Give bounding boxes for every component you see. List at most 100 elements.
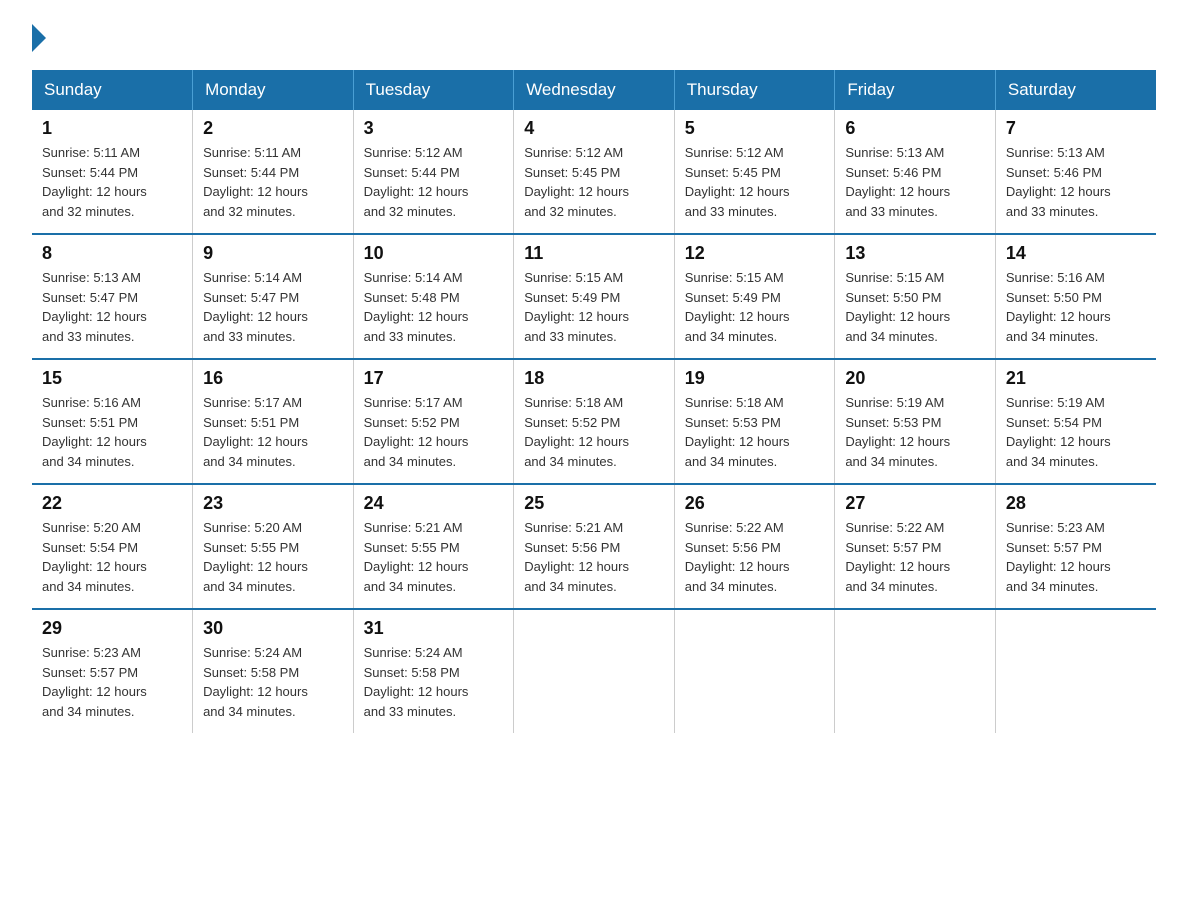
calendar-cell: 23 Sunrise: 5:20 AM Sunset: 5:55 PM Dayl… [193,484,354,609]
daylight-label: Daylight: 12 hours [1006,309,1111,324]
logo-blue-part [32,24,48,54]
sunrise-value: 5:12 AM [415,145,463,160]
sunrise-label: Sunrise: [364,395,415,410]
sunset-value: 5:58 PM [251,665,299,680]
day-info: Sunrise: 5:19 AM Sunset: 5:54 PM Dayligh… [1006,393,1146,471]
calendar-cell: 10 Sunrise: 5:14 AM Sunset: 5:48 PM Dayl… [353,234,514,359]
daylight-label: Daylight: 12 hours [42,184,147,199]
sunset-label: Sunset: [1006,415,1054,430]
daylight-label: Daylight: 12 hours [203,184,308,199]
day-info: Sunrise: 5:19 AM Sunset: 5:53 PM Dayligh… [845,393,985,471]
sunrise-value: 5:19 AM [897,395,945,410]
sunset-value: 5:47 PM [251,290,299,305]
calendar-cell: 19 Sunrise: 5:18 AM Sunset: 5:53 PM Dayl… [674,359,835,484]
sunset-label: Sunset: [524,290,572,305]
day-number: 17 [364,368,504,389]
day-info: Sunrise: 5:11 AM Sunset: 5:44 PM Dayligh… [203,143,343,221]
sunset-label: Sunset: [42,415,90,430]
sunrise-value: 5:15 AM [736,270,784,285]
calendar-week-row: 8 Sunrise: 5:13 AM Sunset: 5:47 PM Dayli… [32,234,1156,359]
sunset-label: Sunset: [42,540,90,555]
sunset-label: Sunset: [1006,165,1054,180]
daylight-label: Daylight: 12 hours [364,184,469,199]
daylight-label: Daylight: 12 hours [203,434,308,449]
day-number: 28 [1006,493,1146,514]
sunset-value: 5:46 PM [893,165,941,180]
daylight-label: Daylight: 12 hours [1006,434,1111,449]
sunrise-label: Sunrise: [364,270,415,285]
sunrise-label: Sunrise: [364,645,415,660]
calendar-cell: 1 Sunrise: 5:11 AM Sunset: 5:44 PM Dayli… [32,110,193,234]
day-number: 2 [203,118,343,139]
sunset-label: Sunset: [203,165,251,180]
daylight-minutes: and 34 minutes. [685,579,778,594]
sunset-label: Sunset: [42,290,90,305]
calendar-table: SundayMondayTuesdayWednesdayThursdayFrid… [32,70,1156,733]
day-number: 20 [845,368,985,389]
day-info: Sunrise: 5:12 AM Sunset: 5:45 PM Dayligh… [685,143,825,221]
sunset-label: Sunset: [203,665,251,680]
header-sunday: Sunday [32,70,193,110]
day-number: 1 [42,118,182,139]
sunrise-label: Sunrise: [845,270,896,285]
sunset-label: Sunset: [203,540,251,555]
calendar-cell: 18 Sunrise: 5:18 AM Sunset: 5:52 PM Dayl… [514,359,675,484]
daylight-minutes: and 33 minutes. [203,329,296,344]
day-info: Sunrise: 5:23 AM Sunset: 5:57 PM Dayligh… [1006,518,1146,596]
header-saturday: Saturday [995,70,1156,110]
day-info: Sunrise: 5:12 AM Sunset: 5:44 PM Dayligh… [364,143,504,221]
header-monday: Monday [193,70,354,110]
daylight-minutes: and 34 minutes. [203,579,296,594]
day-info: Sunrise: 5:15 AM Sunset: 5:50 PM Dayligh… [845,268,985,346]
calendar-cell: 31 Sunrise: 5:24 AM Sunset: 5:58 PM Dayl… [353,609,514,733]
sunset-label: Sunset: [845,290,893,305]
page-header [32,24,1156,54]
calendar-cell: 7 Sunrise: 5:13 AM Sunset: 5:46 PM Dayli… [995,110,1156,234]
day-number: 15 [42,368,182,389]
day-number: 7 [1006,118,1146,139]
sunrise-value: 5:11 AM [254,145,301,160]
calendar-cell [514,609,675,733]
day-info: Sunrise: 5:14 AM Sunset: 5:48 PM Dayligh… [364,268,504,346]
sunset-value: 5:53 PM [732,415,780,430]
day-info: Sunrise: 5:15 AM Sunset: 5:49 PM Dayligh… [524,268,664,346]
sunrise-value: 5:21 AM [415,520,463,535]
day-number: 23 [203,493,343,514]
daylight-minutes: and 33 minutes. [524,329,617,344]
sunrise-label: Sunrise: [42,645,93,660]
sunrise-value: 5:24 AM [415,645,463,660]
sunset-label: Sunset: [42,165,90,180]
sunrise-label: Sunrise: [685,395,736,410]
sunrise-value: 5:14 AM [415,270,463,285]
day-number: 11 [524,243,664,264]
sunset-value: 5:44 PM [411,165,459,180]
sunrise-value: 5:13 AM [93,270,141,285]
day-info: Sunrise: 5:24 AM Sunset: 5:58 PM Dayligh… [203,643,343,721]
sunset-label: Sunset: [364,665,412,680]
sunrise-label: Sunrise: [845,520,896,535]
sunset-value: 5:44 PM [90,165,138,180]
sunrise-value: 5:17 AM [254,395,302,410]
day-number: 31 [364,618,504,639]
day-info: Sunrise: 5:13 AM Sunset: 5:47 PM Dayligh… [42,268,182,346]
day-info: Sunrise: 5:24 AM Sunset: 5:58 PM Dayligh… [364,643,504,721]
daylight-minutes: and 34 minutes. [524,579,617,594]
daylight-label: Daylight: 12 hours [685,434,790,449]
sunrise-label: Sunrise: [203,395,254,410]
day-info: Sunrise: 5:17 AM Sunset: 5:52 PM Dayligh… [364,393,504,471]
sunrise-label: Sunrise: [42,395,93,410]
sunrise-label: Sunrise: [1006,395,1057,410]
sunrise-value: 5:22 AM [736,520,784,535]
header-friday: Friday [835,70,996,110]
sunset-label: Sunset: [364,540,412,555]
sunset-value: 5:55 PM [251,540,299,555]
day-number: 6 [845,118,985,139]
day-number: 19 [685,368,825,389]
sunset-value: 5:45 PM [732,165,780,180]
day-number: 22 [42,493,182,514]
sunrise-label: Sunrise: [524,520,575,535]
sunset-label: Sunset: [845,540,893,555]
sunrise-label: Sunrise: [524,395,575,410]
calendar-cell: 26 Sunrise: 5:22 AM Sunset: 5:56 PM Dayl… [674,484,835,609]
daylight-minutes: and 34 minutes. [203,454,296,469]
